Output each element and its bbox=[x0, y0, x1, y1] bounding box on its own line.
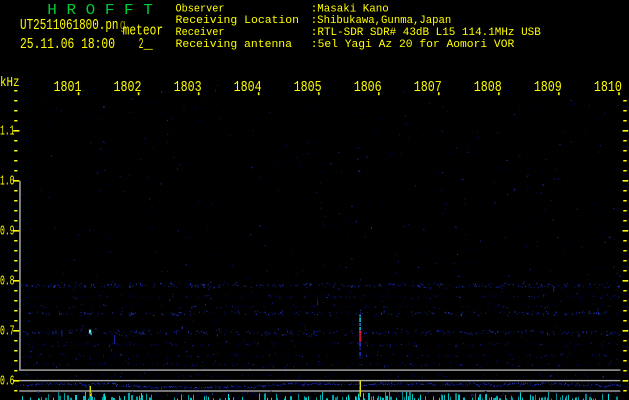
svg-text:0.7: 0.7 bbox=[0, 324, 14, 340]
svg-text:1810: 1810 bbox=[594, 79, 622, 96]
svg-text:1809: 1809 bbox=[534, 79, 562, 96]
svg-text:25.11.06 18:00: 25.11.06 18:00 bbox=[20, 37, 115, 53]
svg-text:1805: 1805 bbox=[294, 79, 322, 96]
svg-text:Observer: Observer bbox=[176, 3, 225, 15]
svg-text:Receiving antenna: Receiving antenna bbox=[176, 39, 293, 51]
svg-text::5el Yagi Az 20 for Aomori VOR: :5el Yagi Az 20 for Aomori VOR bbox=[311, 39, 515, 51]
svg-text:1.0: 1.0 bbox=[0, 174, 14, 190]
svg-text::RTL-SDR SDR# 43dB L15 114.1MH: :RTL-SDR SDR# 43dB L15 114.1MHz USB bbox=[311, 27, 541, 39]
svg-text:1808: 1808 bbox=[474, 79, 502, 96]
svg-text:1801: 1801 bbox=[54, 79, 82, 96]
svg-text:1.1: 1.1 bbox=[0, 124, 14, 140]
svg-text:1804: 1804 bbox=[234, 79, 262, 96]
svg-text:0.9: 0.9 bbox=[0, 224, 14, 240]
svg-text:1806: 1806 bbox=[354, 79, 382, 96]
svg-text:0.8: 0.8 bbox=[0, 274, 14, 290]
svg-text:kHz: kHz bbox=[0, 75, 20, 91]
svg-text::Shibukawa,Gunma,Japan: :Shibukawa,Gunma,Japan bbox=[311, 15, 452, 27]
svg-text:1803: 1803 bbox=[174, 79, 202, 96]
svg-text:UT2511061800.pn: UT2511061800.pn bbox=[20, 18, 119, 34]
svg-text:2__: 2__ bbox=[139, 37, 153, 53]
svg-text::Masaki Kano: :Masaki Kano bbox=[311, 3, 389, 15]
svg-text:0.6: 0.6 bbox=[0, 374, 14, 390]
svg-text:1807: 1807 bbox=[414, 79, 442, 96]
svg-text:1802: 1802 bbox=[114, 79, 142, 96]
svg-text:Receiver: Receiver bbox=[176, 27, 225, 39]
svg-text:Receiving Location: Receiving Location bbox=[176, 15, 300, 27]
svg-text:H R O F F T: H R O F F T bbox=[47, 3, 153, 19]
